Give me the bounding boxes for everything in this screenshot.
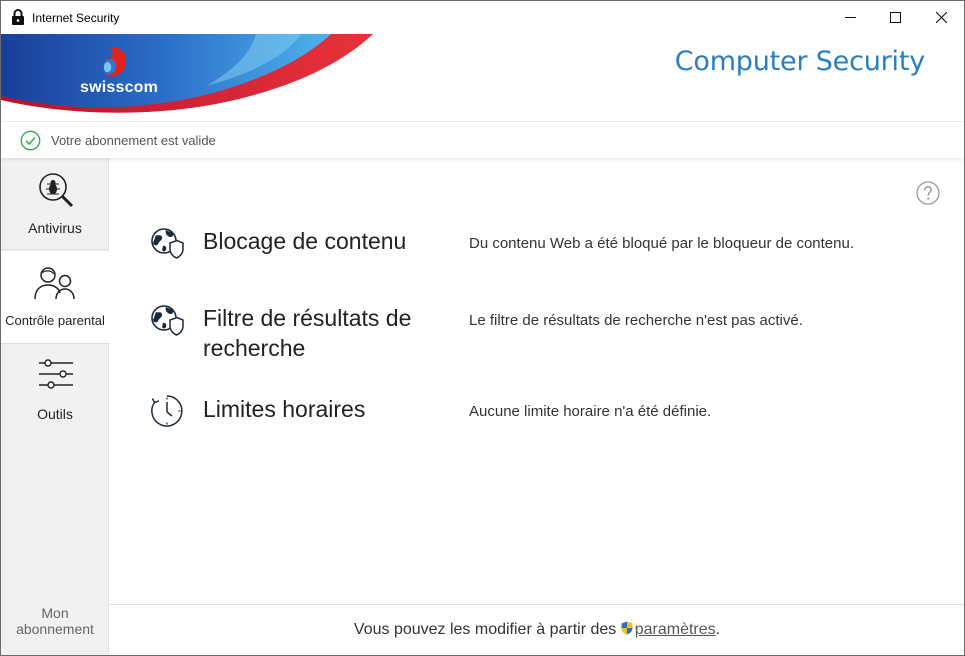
my-subscription-link[interactable]: Mon abonnement <box>1 605 109 637</box>
bug-search-icon <box>39 173 74 208</box>
feature-description: Le filtre de résultats de recherche n'es… <box>469 312 803 329</box>
parent-child-icon <box>34 267 75 300</box>
sidebar-item-antivirus[interactable]: Antivirus <box>1 158 109 250</box>
help-icon[interactable] <box>916 181 940 205</box>
feature-description: Du contenu Web a été bloqué par le bloqu… <box>469 235 855 252</box>
sliders-icon <box>39 359 73 389</box>
uac-shield-icon <box>621 621 633 635</box>
maximize-button[interactable] <box>872 1 918 34</box>
sidebar-item-label: Outils <box>37 406 73 422</box>
footer-suffix: . <box>715 621 721 638</box>
sidebar: Antivirus Contrôle parental Outils Mon a… <box>1 158 110 655</box>
globe-shield-icon <box>151 305 184 336</box>
clock-icon <box>151 395 183 427</box>
minimize-icon <box>844 17 856 18</box>
subscription-label-line1: Mon <box>41 605 69 621</box>
footer: Vous pouvez les modifier à partir des pa… <box>110 604 964 655</box>
lock-icon <box>12 9 24 25</box>
brand-name: swisscom <box>80 79 159 96</box>
feature-name[interactable]: Filtre de résultats de recherche <box>203 303 443 363</box>
window-title: Internet Security <box>32 11 120 25</box>
sidebar-item-tools[interactable]: Outils <box>1 345 109 437</box>
close-icon <box>935 12 947 23</box>
app-window: Internet Security swisscom Computer Secu… <box>0 0 965 656</box>
sidebar-item-parental-control[interactable]: Contrôle parental <box>1 251 110 344</box>
product-title: Computer Security <box>674 46 925 77</box>
globe-shield-icon <box>151 228 184 259</box>
footer-text: Vous pouvez les modifier à partir des <box>353 621 621 638</box>
settings-link[interactable]: paramètres <box>635 621 716 638</box>
main-content: Blocage de contenu Du contenu Web a été … <box>110 158 964 604</box>
brand-swoosh <box>1 34 373 113</box>
feature-name[interactable]: Blocage de contenu <box>203 226 443 256</box>
sidebar-item-label: Contrôle parental <box>5 313 105 328</box>
minimize-button[interactable] <box>827 1 873 34</box>
close-button[interactable] <box>918 1 964 34</box>
sidebar-item-label: Antivirus <box>28 220 82 236</box>
subscription-label-line2: abonnement <box>16 621 94 637</box>
maximize-icon <box>889 12 901 23</box>
title-bar[interactable]: Internet Security <box>1 1 964 34</box>
feature-description: Aucune limite horaire n'a été définie. <box>469 403 712 420</box>
check-circle-icon <box>20 130 41 151</box>
feature-name[interactable]: Limites horaires <box>203 394 443 424</box>
subscription-status-bar: Votre abonnement est valide <box>1 121 964 158</box>
status-text: Votre abonnement est valide <box>51 133 216 148</box>
header-banner: swisscom Computer Security <box>1 34 964 121</box>
footer-text-container: Vous pouvez les modifier à partir des pa… <box>110 621 964 639</box>
